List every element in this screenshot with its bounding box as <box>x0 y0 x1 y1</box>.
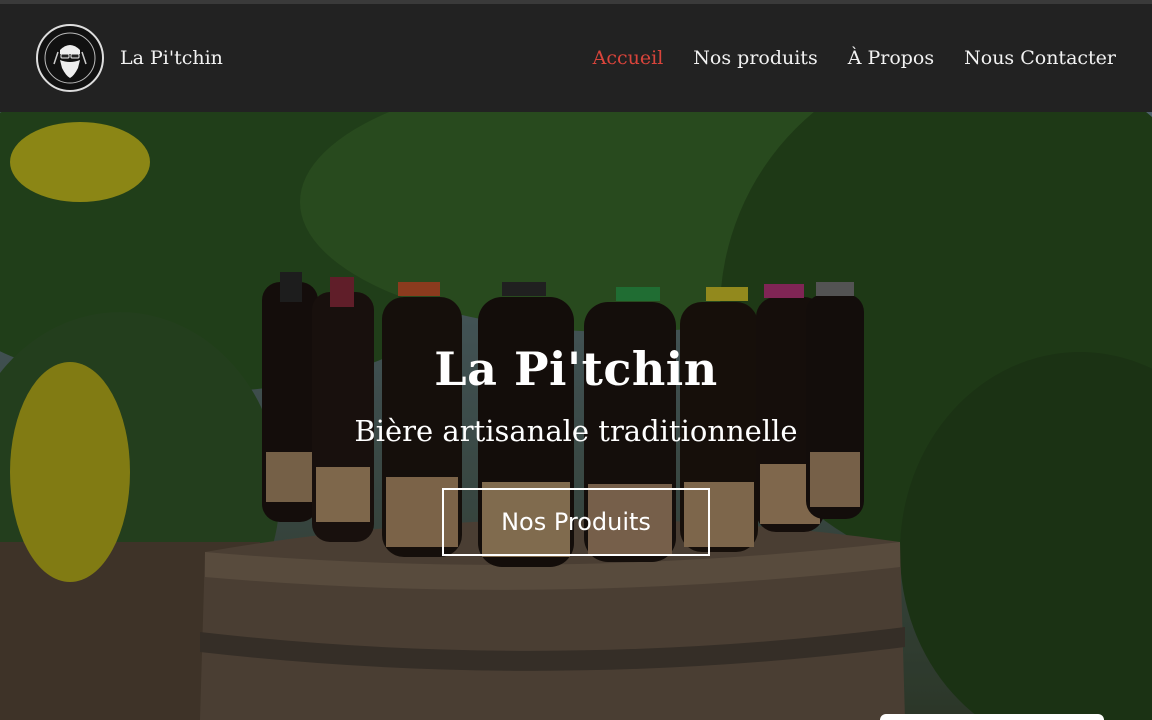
hero-section: La Pi'tchin Bière artisanale traditionne… <box>0 112 1152 720</box>
brand[interactable]: La Pi'tchin <box>36 24 223 92</box>
main-nav: Accueil Nos produits À Propos Nous Conta… <box>593 47 1116 69</box>
nav-link-a-propos[interactable]: À Propos <box>848 47 934 69</box>
hero-title: La Pi'tchin <box>434 342 718 396</box>
cookie-banner-tab[interactable] <box>880 714 1104 720</box>
brand-name[interactable]: La Pi'tchin <box>120 47 223 69</box>
site-header: La Pi'tchin Accueil Nos produits À Propo… <box>0 4 1152 112</box>
hero-subtitle: Bière artisanale traditionnelle <box>354 414 798 448</box>
hero-content: La Pi'tchin Bière artisanale traditionne… <box>0 342 1152 556</box>
nav-link-nos-produits[interactable]: Nos produits <box>693 47 817 69</box>
nos-produits-button[interactable]: Nos Produits <box>442 488 710 556</box>
bearded-man-logo-icon[interactable] <box>36 24 104 92</box>
nav-link-accueil[interactable]: Accueil <box>593 47 664 69</box>
nav-link-nous-contacter[interactable]: Nous Contacter <box>964 47 1116 69</box>
